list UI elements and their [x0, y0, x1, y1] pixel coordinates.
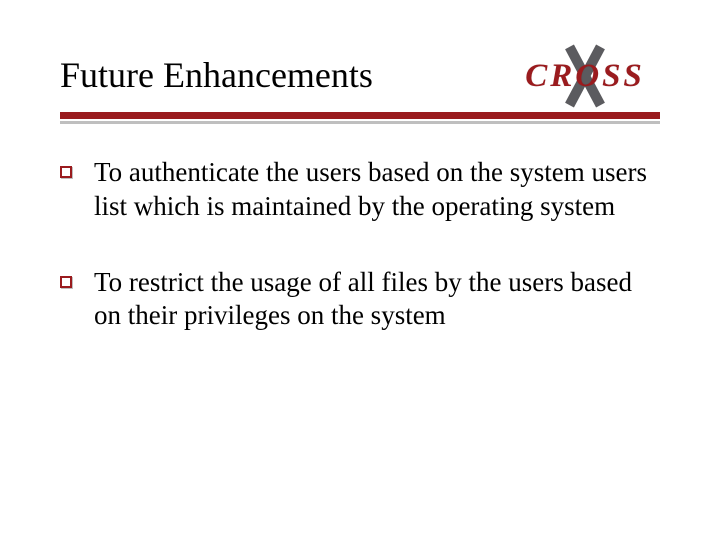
title-underline [60, 112, 660, 128]
slide-title: Future Enhancements [60, 56, 373, 96]
bullet-text: To authenticate the users based on the s… [94, 156, 660, 224]
slide: Future Enhancements CROSS To authenticat… [0, 0, 720, 540]
list-item: To authenticate the users based on the s… [60, 156, 660, 224]
slide-body: To authenticate the users based on the s… [60, 156, 660, 333]
cross-logo: CROSS [510, 48, 660, 104]
list-item: To restrict the usage of all files by th… [60, 266, 660, 334]
title-row: Future Enhancements CROSS [60, 48, 660, 104]
bullet-icon [60, 276, 72, 288]
bullet-icon [60, 166, 72, 178]
underline-bar [60, 112, 660, 119]
underline-shadow [60, 121, 660, 124]
logo-text: CROSS [525, 58, 645, 95]
bullet-text: To restrict the usage of all files by th… [94, 266, 660, 334]
